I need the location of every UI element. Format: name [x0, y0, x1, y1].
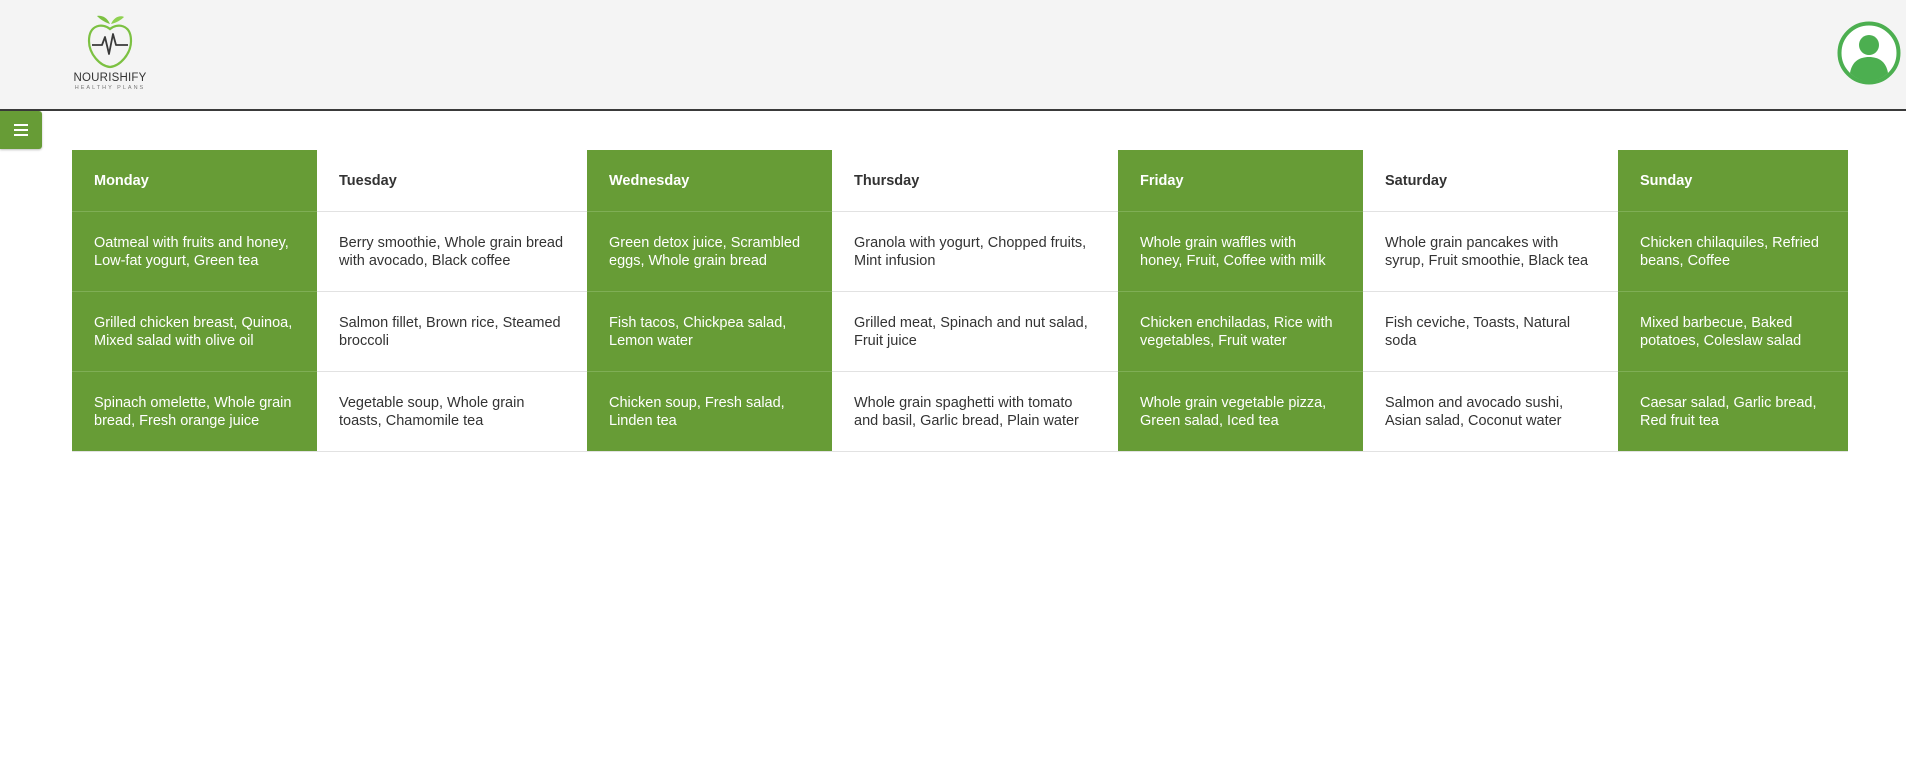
table-row: Grilled chicken breast, Quinoa, Mixed sa…	[72, 291, 1848, 372]
day-header-sunday: Sunday	[1618, 150, 1848, 212]
meal-cell: Mixed barbecue, Baked potatoes, Coleslaw…	[1618, 291, 1848, 372]
day-header-wednesday: Wednesday	[587, 150, 832, 212]
meal-cell: Chicken soup, Fresh salad, Linden tea	[587, 371, 832, 452]
meal-cell: Grilled chicken breast, Quinoa, Mixed sa…	[72, 291, 317, 372]
weekly-meal-plan-table: Monday Tuesday Wednesday Thursday Friday…	[72, 150, 1848, 452]
day-header-tuesday: Tuesday	[317, 150, 587, 212]
day-header-thursday: Thursday	[832, 150, 1118, 212]
meal-cell: Spinach omelette, Whole grain bread, Fre…	[72, 371, 317, 452]
table-row: Spinach omelette, Whole grain bread, Fre…	[72, 371, 1848, 452]
meal-cell: Chicken chilaquiles, Refried beans, Coff…	[1618, 211, 1848, 292]
menu-toggle-button[interactable]	[0, 111, 42, 149]
meal-cell: Salmon and avocado sushi, Asian salad, C…	[1363, 371, 1618, 452]
meal-cell: Chicken enchiladas, Rice with vegetables…	[1118, 291, 1363, 372]
meal-cell: Fish tacos, Chickpea salad, Lemon water	[587, 291, 832, 372]
meal-cell: Grilled meat, Spinach and nut salad, Fru…	[832, 291, 1118, 372]
meal-cell: Whole grain pancakes with syrup, Fruit s…	[1363, 211, 1618, 292]
meal-cell: Fish ceviche, Toasts, Natural soda	[1363, 291, 1618, 372]
brand-name: NOURISHIFY	[73, 72, 147, 84]
brand-tagline: HEALTHY PLANS	[74, 85, 146, 91]
meal-cell: Oatmeal with fruits and honey, Low-fat y…	[72, 211, 317, 292]
meal-cell: Vegetable soup, Whole grain toasts, Cham…	[317, 371, 587, 452]
meal-cell: Whole grain vegetable pizza, Green salad…	[1118, 371, 1363, 452]
day-header-friday: Friday	[1118, 150, 1363, 212]
brand-logo[interactable]: NOURISHIFY HEALTHY PLANS	[68, 14, 152, 100]
meal-cell: Whole grain spaghetti with tomato and ba…	[832, 371, 1118, 452]
hamburger-menu-icon	[14, 124, 28, 136]
apple-heartbeat-icon	[87, 15, 133, 69]
user-avatar-icon	[1837, 21, 1901, 85]
day-header-row: Monday Tuesday Wednesday Thursday Friday…	[72, 150, 1848, 212]
meal-cell: Green detox juice, Scrambled eggs, Whole…	[587, 211, 832, 292]
day-header-monday: Monday	[72, 150, 317, 212]
meal-cell: Salmon fillet, Brown rice, Steamed brocc…	[317, 291, 587, 372]
day-header-saturday: Saturday	[1363, 150, 1618, 212]
table-row: Oatmeal with fruits and honey, Low-fat y…	[72, 211, 1848, 292]
app-header: NOURISHIFY HEALTHY PLANS	[0, 0, 1906, 111]
meal-cell: Granola with yogurt, Chopped fruits, Min…	[832, 211, 1118, 292]
meal-cell: Berry smoothie, Whole grain bread with a…	[317, 211, 587, 292]
user-avatar-button[interactable]	[1837, 21, 1901, 85]
meal-cell: Caesar salad, Garlic bread, Red fruit te…	[1618, 371, 1848, 452]
meal-cell: Whole grain waffles with honey, Fruit, C…	[1118, 211, 1363, 292]
